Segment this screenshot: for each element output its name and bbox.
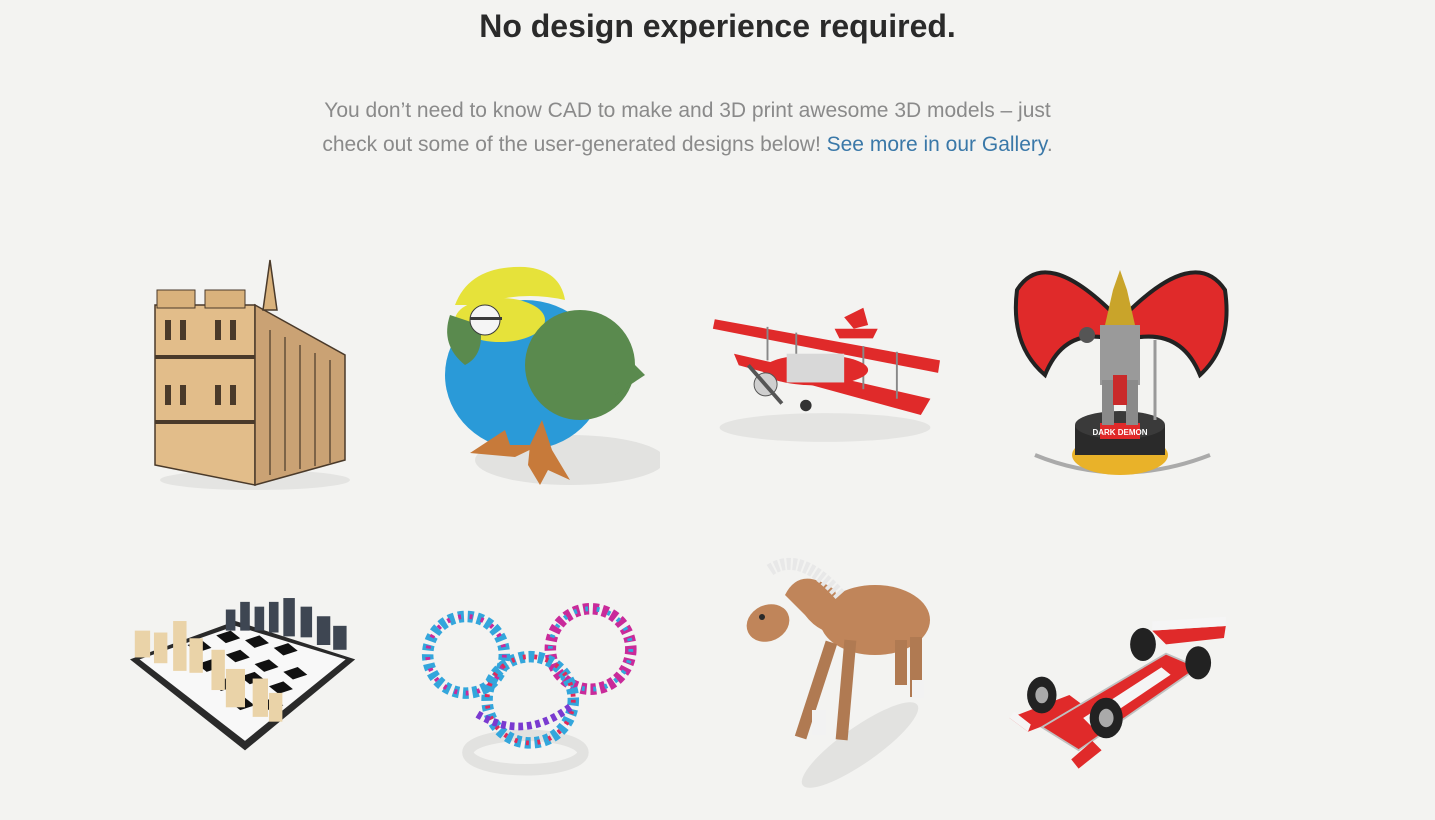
gallery-link[interactable]: See more in our Gallery bbox=[827, 133, 1047, 156]
section-headline: No design experience required. bbox=[479, 8, 956, 44]
gallery-item-dark-demon[interactable]: DARK DEMON bbox=[1005, 245, 1235, 495]
gallery-item-cathedral[interactable] bbox=[135, 245, 365, 495]
cathedral-model-icon bbox=[154, 259, 350, 490]
gallery-item-horse[interactable] bbox=[740, 545, 970, 795]
gallery-item-chess-set[interactable] bbox=[130, 520, 360, 770]
dark-demon-figure-model-icon: DARK DEMON bbox=[1013, 270, 1229, 475]
race-car-model-icon bbox=[1009, 616, 1226, 769]
gallery-item-race-car[interactable] bbox=[1005, 570, 1235, 820]
bird-model-icon bbox=[445, 266, 660, 485]
intro-paragraph: You don’t need to know CAD to make and 3… bbox=[300, 94, 1075, 162]
biplane-model-icon bbox=[712, 307, 940, 442]
horse-model-icon bbox=[746, 557, 930, 788]
gallery-item-bird[interactable] bbox=[430, 245, 660, 495]
intro-period: . bbox=[1046, 133, 1053, 156]
chess-set-model-icon bbox=[130, 598, 356, 751]
gallery-item-biplane[interactable] bbox=[710, 245, 940, 495]
twisted-knot-model-icon bbox=[421, 603, 637, 776]
gallery-item-twisted-knot[interactable] bbox=[420, 570, 650, 820]
figure-badge-text: DARK DEMON bbox=[1092, 428, 1147, 437]
